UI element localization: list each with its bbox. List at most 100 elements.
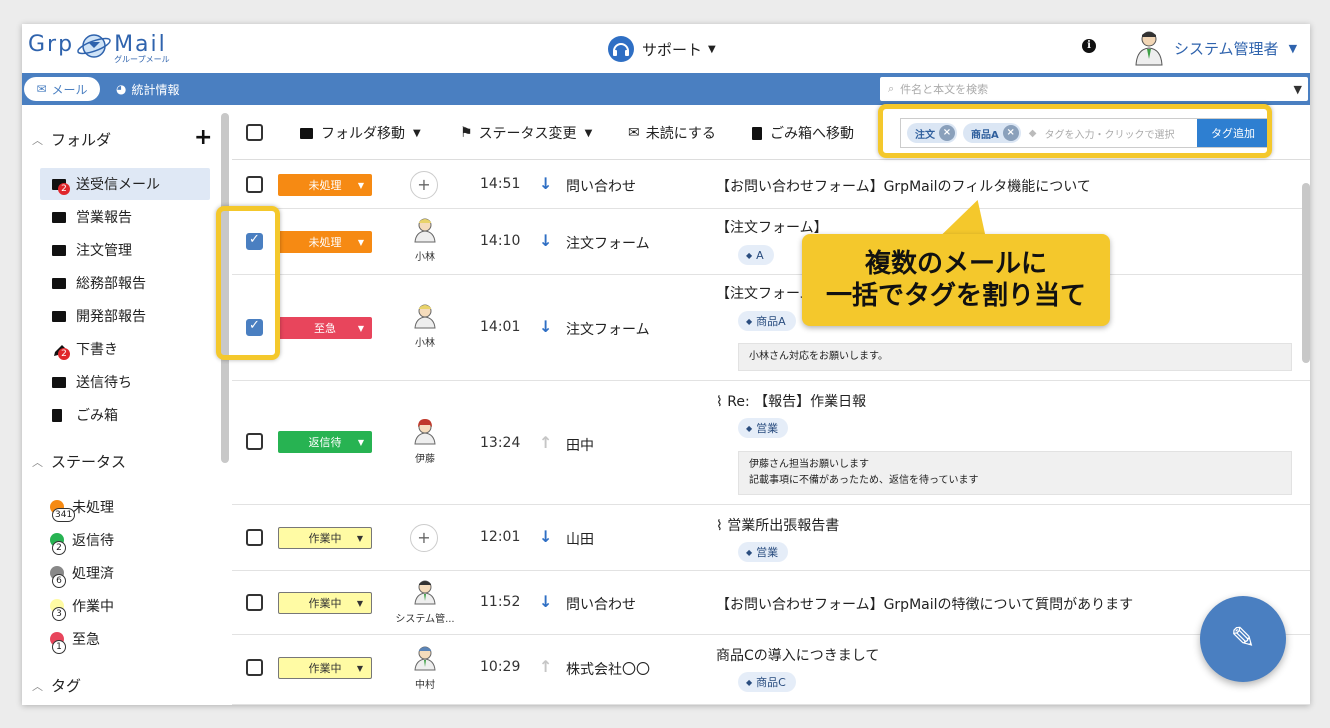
mail-subject[interactable]: 【お問い合わせフォーム】GrpMailの特徴について質問があります [716, 594, 1133, 614]
app-header: Grp Mail グループメール サポート ▼ i システム管理者 ▼ [22, 24, 1310, 73]
folder-icon [52, 310, 66, 322]
status-dropdown[interactable]: 返信待 ▼ [278, 431, 372, 453]
status-dropdown[interactable]: 未処理 ▼ [278, 231, 372, 253]
caret-down-icon: ▼ [357, 180, 364, 190]
headset-icon [608, 36, 634, 62]
mail-tag[interactable]: A [738, 245, 774, 265]
status-dropdown[interactable]: 至急 ▼ [278, 317, 372, 339]
status-item-awaiting-reply[interactable]: 2 返信待 [50, 524, 114, 556]
tab-mail[interactable]: ✉ メール [24, 77, 100, 101]
app-window: Grp Mail グループメール サポート ▼ i システム管理者 ▼ ✉ メー… [22, 24, 1310, 705]
mark-unread-label: 未読にする [645, 126, 716, 142]
change-status-button[interactable]: ⚑ ステータス変更 ▼ [460, 123, 592, 143]
sidebar-item-general-affairs[interactable]: 総務部報告 [40, 267, 210, 299]
mail-time: 14:10 [480, 233, 521, 249]
mail-subject[interactable]: 【お問い合わせフォーム】GrpMailのフィルタ機能について [716, 176, 1091, 196]
mail-row[interactable]: 作業中 ▼ + 12:01 ↓ 山田 ⌇ 営業所出張報告書 営業 [232, 505, 1310, 571]
mail-subject[interactable]: ⌇ Re: 【報告】作業日報 [716, 391, 866, 411]
support-menu[interactable]: サポート ▼ [608, 36, 716, 62]
mail-subject[interactable]: 商品Cの導入につきまして [716, 645, 879, 665]
add-folder-icon[interactable]: + [194, 125, 212, 150]
sidebar-item-label: 営業報告 [76, 210, 132, 226]
status-heading: ステータス [51, 453, 127, 471]
received-arrow-icon: ↓ [539, 174, 553, 193]
assign-user-button[interactable]: + [410, 524, 438, 552]
mail-sender: 注文フォーム [566, 236, 650, 252]
assignee-name: システム管... [395, 614, 455, 625]
status-item-in-progress[interactable]: 3 作業中 [50, 590, 114, 622]
status-item-urgent[interactable]: 1 至急 [50, 623, 100, 655]
status-dropdown[interactable]: 未処理 ▼ [278, 174, 372, 196]
sidebar-item-label: 注文管理 [76, 243, 132, 259]
sidebar-item-sales-report[interactable]: 営業報告 [40, 201, 210, 233]
mail-row[interactable]: 作業中 ▼ 中村 10:29 ↑ 株式会社〇〇 商品Cの導入につきまして 商品C [232, 635, 1310, 705]
assign-user-button[interactable]: + [410, 171, 438, 199]
list-scrollbar[interactable] [1302, 183, 1310, 363]
sidebar-item-drafts[interactable]: 2 下書き [40, 333, 210, 365]
status-count: 3 [52, 607, 66, 621]
memo-line: 伊藤さん担当お願いします [749, 459, 869, 470]
assignee-name: 中村 [415, 680, 435, 691]
sidebar-item-label: 総務部報告 [76, 276, 146, 292]
row-checkbox[interactable] [246, 594, 263, 611]
sent-arrow-icon: ↑ [539, 433, 553, 452]
status-count: 1 [52, 640, 66, 654]
mail-tag[interactable]: 営業 [738, 542, 789, 562]
assignee-avatar[interactable]: 小林 [392, 215, 458, 263]
change-status-label: ステータス変更 [478, 126, 577, 142]
mail-tag[interactable]: 商品A [738, 311, 796, 331]
info-icon[interactable]: i [1082, 39, 1096, 53]
mail-sender: 田中 [566, 438, 594, 454]
status-count: 2 [52, 541, 66, 555]
pencil-icon: ✎ [1230, 621, 1256, 656]
caret-down-icon[interactable]: ▼ [1294, 83, 1302, 96]
mark-unread-button[interactable]: ✉ 未読にする [628, 123, 716, 143]
sidebar-item-inbox[interactable]: 2 送受信メール [40, 168, 210, 200]
caret-down-icon: ▼ [584, 127, 593, 139]
status-section-header[interactable]: ︿ ステータス [32, 451, 126, 472]
compose-button[interactable]: ✎ [1200, 596, 1286, 682]
move-to-trash-button[interactable]: ごみ箱へ移動 [752, 123, 854, 143]
assignee-avatar[interactable]: 伊藤 [392, 417, 458, 465]
status-dropdown[interactable]: 作業中 ▼ [278, 592, 372, 614]
sidebar-item-trash[interactable]: ごみ箱 [40, 399, 210, 431]
mail-row[interactable]: 未処理 ▼ + 14:51 ↓ 問い合わせ 【お問い合わせフォーム】GrpMail… [232, 161, 1310, 209]
status-label: 作業中 [72, 599, 114, 615]
status-item-done[interactable]: 6 処理済 [50, 557, 114, 589]
grpmail-logo[interactable]: Grp Mail グループメール [28, 32, 170, 64]
sidebar-item-dev-report[interactable]: 開発部報告 [40, 300, 210, 332]
tags-section-header[interactable]: ︿ タグ [32, 675, 81, 696]
assignee-avatar[interactable]: 小林 [392, 301, 458, 349]
mail-tag[interactable]: 営業 [738, 418, 789, 438]
sidebar-item-order-management[interactable]: 注文管理 [40, 234, 210, 266]
status-item-unprocessed[interactable]: 341 未処理 [50, 491, 114, 523]
mail-row[interactable]: 未処理▼ 小林 14:10 ↓ 注文フォーム 【注文フォーム】 A [232, 209, 1310, 275]
folders-section-header[interactable]: ︿ フォルダ [32, 129, 111, 150]
mail-subject[interactable]: ⌇ 営業所出張報告書 [716, 515, 839, 535]
tab-stats[interactable]: ◕ 統計情報 [116, 77, 180, 101]
status-label: 処理済 [72, 566, 114, 582]
folder-icon [52, 277, 66, 289]
mail-tag[interactable]: 商品C [738, 672, 796, 692]
status-dropdown[interactable]: 作業中 ▼ [278, 527, 372, 549]
row-checkbox[interactable] [246, 659, 263, 676]
mail-subject-text: 営業所出張報告書 [727, 518, 840, 534]
assignee-avatar[interactable]: システム管... [392, 577, 458, 625]
status-dropdown[interactable]: 作業中 ▼ [278, 657, 372, 679]
mail-row[interactable]: 至急▼ 小林 14:01 ↓ 注文フォーム 【注文フォーム】 商品A 小林さん対… [232, 275, 1310, 381]
assignee-avatar[interactable]: 中村 [392, 643, 458, 691]
row-checkbox[interactable] [246, 176, 263, 193]
row-checkbox[interactable] [246, 433, 263, 450]
sidebar-item-outbox[interactable]: 送信待ち [40, 366, 210, 398]
row-checkbox[interactable] [246, 529, 263, 546]
mail-row[interactable]: 作業中 ▼ システム管... 11:52 ↓ 問い合わせ 【お問い合わせフォーム】… [232, 571, 1310, 635]
search-input[interactable]: ⌕ 件名と本文を検索 ▼ [880, 77, 1308, 101]
user-menu[interactable]: システム管理者 ▼ [1132, 29, 1297, 67]
select-all-checkbox[interactable] [246, 124, 263, 141]
mail-row[interactable]: 返信待 ▼ 伊藤 13:24 ↑ 田中 ⌇ Re: 【報告】作業日報 営業 伊藤さ… [232, 381, 1310, 505]
flag-icon: ⚑ [460, 125, 473, 141]
sent-arrow-icon: ↑ [539, 657, 553, 676]
move-folder-button[interactable]: フォルダ移動 ▼ [300, 123, 421, 143]
avatar-icon [414, 646, 436, 671]
sidebar: ︿ フォルダ + 2 送受信メール 営業報告 注文管理 総務部報告 開発部報告 … [22, 105, 232, 705]
